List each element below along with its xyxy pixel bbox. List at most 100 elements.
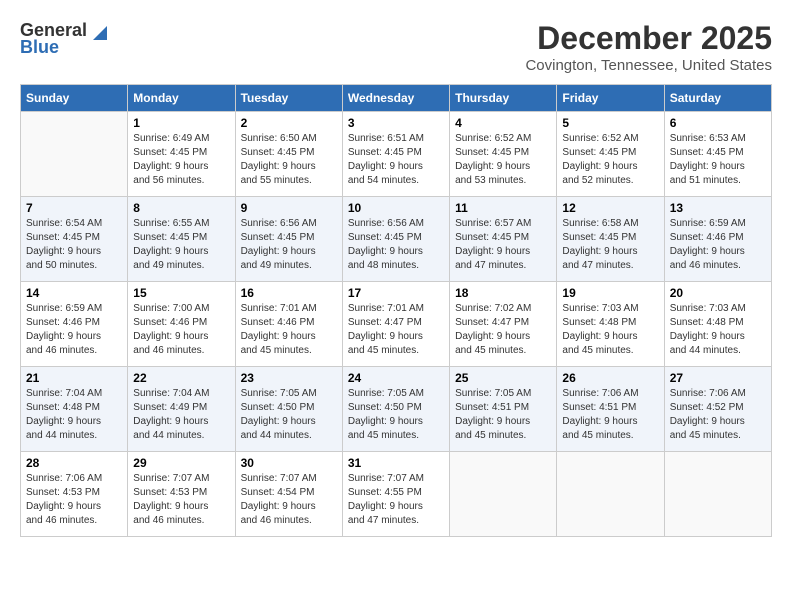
calendar-cell	[450, 452, 557, 537]
day-number: 14	[26, 286, 122, 300]
calendar-header-thursday: Thursday	[450, 85, 557, 112]
calendar-cell: 18 Sunrise: 7:02 AMSunset: 4:47 PMDayligh…	[450, 282, 557, 367]
day-info: Sunrise: 6:54 AMSunset: 4:45 PMDaylight:…	[26, 217, 122, 273]
calendar-cell: 28 Sunrise: 7:06 AMSunset: 4:53 PMDayligh…	[21, 452, 128, 537]
calendar-cell	[21, 112, 128, 197]
calendar: SundayMondayTuesdayWednesdayThursdayFrid…	[20, 84, 772, 537]
day-number: 12	[562, 201, 658, 215]
day-number: 30	[241, 456, 337, 470]
day-info: Sunrise: 7:06 AMSunset: 4:53 PMDaylight:…	[26, 472, 122, 528]
calendar-cell: 11 Sunrise: 6:57 AMSunset: 4:45 PMDayligh…	[450, 197, 557, 282]
day-number: 23	[241, 371, 337, 385]
day-info: Sunrise: 7:04 AMSunset: 4:49 PMDaylight:…	[133, 387, 229, 443]
calendar-cell: 1 Sunrise: 6:49 AMSunset: 4:45 PMDaylight…	[128, 112, 235, 197]
calendar-cell: 24Sunrise: 7:05 AMSunset: 4:50 PMDayligh…	[342, 367, 449, 452]
day-info: Sunrise: 7:03 AMSunset: 4:48 PMDaylight:…	[670, 302, 766, 358]
calendar-cell: 7 Sunrise: 6:54 AMSunset: 4:45 PMDaylight…	[21, 197, 128, 282]
day-info: Sunrise: 7:02 AMSunset: 4:47 PMDaylight:…	[455, 302, 551, 358]
calendar-week-row: 7 Sunrise: 6:54 AMSunset: 4:45 PMDaylight…	[21, 197, 772, 282]
day-number: 11	[455, 201, 551, 215]
day-info: Sunrise: 7:05 AMSunset: 4:50 PMDaylight:…	[241, 387, 337, 443]
day-info: Sunrise: 7:00 AMSunset: 4:46 PMDaylight:…	[133, 302, 229, 358]
calendar-cell: 14 Sunrise: 6:59 AMSunset: 4:46 PMDayligh…	[21, 282, 128, 367]
day-number: 13	[670, 201, 766, 215]
day-number: 25	[455, 371, 551, 385]
day-number: 19	[562, 286, 658, 300]
calendar-cell: 13 Sunrise: 6:59 AMSunset: 4:46 PMDayligh…	[664, 197, 771, 282]
calendar-week-row: 28 Sunrise: 7:06 AMSunset: 4:53 PMDayligh…	[21, 452, 772, 537]
day-info: Sunrise: 7:06 AMSunset: 4:52 PMDaylight:…	[670, 387, 766, 443]
calendar-week-row: 1 Sunrise: 6:49 AMSunset: 4:45 PMDaylight…	[21, 112, 772, 197]
calendar-cell: 8Sunrise: 6:55 AMSunset: 4:45 PMDaylight…	[128, 197, 235, 282]
calendar-header-row: SundayMondayTuesdayWednesdayThursdayFrid…	[21, 85, 772, 112]
day-number: 4	[455, 116, 551, 130]
day-info: Sunrise: 7:05 AMSunset: 4:51 PMDaylight:…	[455, 387, 551, 443]
day-number: 7	[26, 201, 122, 215]
day-number: 10	[348, 201, 444, 215]
day-number: 18	[455, 286, 551, 300]
day-info: Sunrise: 6:52 AMSunset: 4:45 PMDaylight:…	[455, 132, 551, 188]
day-number: 16	[241, 286, 337, 300]
day-number: 24	[348, 371, 444, 385]
logo: General Blue	[20, 20, 107, 58]
calendar-cell: 31Sunrise: 7:07 AMSunset: 4:55 PMDayligh…	[342, 452, 449, 537]
page-header: General Blue December 2025 Covington, Te…	[20, 20, 772, 74]
day-number: 5	[562, 116, 658, 130]
calendar-cell: 16 Sunrise: 7:01 AMSunset: 4:46 PMDayligh…	[235, 282, 342, 367]
day-number: 28	[26, 456, 122, 470]
calendar-header-saturday: Saturday	[664, 85, 771, 112]
calendar-cell: 22 Sunrise: 7:04 AMSunset: 4:49 PMDayligh…	[128, 367, 235, 452]
calendar-header-wednesday: Wednesday	[342, 85, 449, 112]
month-title: December 2025	[525, 20, 772, 57]
day-info: Sunrise: 6:51 AMSunset: 4:45 PMDaylight:…	[348, 132, 444, 188]
day-number: 27	[670, 371, 766, 385]
calendar-cell: 23 Sunrise: 7:05 AMSunset: 4:50 PMDayligh…	[235, 367, 342, 452]
calendar-header-sunday: Sunday	[21, 85, 128, 112]
calendar-week-row: 21Sunrise: 7:04 AMSunset: 4:48 PMDayligh…	[21, 367, 772, 452]
calendar-cell: 30 Sunrise: 7:07 AMSunset: 4:54 PMDayligh…	[235, 452, 342, 537]
calendar-cell: 3 Sunrise: 6:51 AMSunset: 4:45 PMDaylight…	[342, 112, 449, 197]
day-number: 1	[133, 116, 229, 130]
day-info: Sunrise: 7:07 AMSunset: 4:53 PMDaylight:…	[133, 472, 229, 528]
day-info: Sunrise: 6:53 AMSunset: 4:45 PMDaylight:…	[670, 132, 766, 188]
day-info: Sunrise: 6:56 AMSunset: 4:45 PMDaylight:…	[348, 217, 444, 273]
calendar-cell: 5 Sunrise: 6:52 AMSunset: 4:45 PMDaylight…	[557, 112, 664, 197]
calendar-cell: 15Sunrise: 7:00 AMSunset: 4:46 PMDayligh…	[128, 282, 235, 367]
day-info: Sunrise: 6:56 AMSunset: 4:45 PMDaylight:…	[241, 217, 337, 273]
calendar-cell: 10 Sunrise: 6:56 AMSunset: 4:45 PMDayligh…	[342, 197, 449, 282]
day-number: 3	[348, 116, 444, 130]
day-info: Sunrise: 6:49 AMSunset: 4:45 PMDaylight:…	[133, 132, 229, 188]
calendar-header-friday: Friday	[557, 85, 664, 112]
calendar-cell: 9Sunrise: 6:56 AMSunset: 4:45 PMDaylight…	[235, 197, 342, 282]
day-info: Sunrise: 7:07 AMSunset: 4:55 PMDaylight:…	[348, 472, 444, 528]
calendar-cell: 2Sunrise: 6:50 AMSunset: 4:45 PMDaylight…	[235, 112, 342, 197]
day-info: Sunrise: 6:55 AMSunset: 4:45 PMDaylight:…	[133, 217, 229, 273]
calendar-week-row: 14 Sunrise: 6:59 AMSunset: 4:46 PMDayligh…	[21, 282, 772, 367]
location: Covington, Tennessee, United States	[525, 57, 772, 74]
day-info: Sunrise: 7:07 AMSunset: 4:54 PMDaylight:…	[241, 472, 337, 528]
day-info: Sunrise: 6:59 AMSunset: 4:46 PMDaylight:…	[670, 217, 766, 273]
calendar-cell: 4 Sunrise: 6:52 AMSunset: 4:45 PMDaylight…	[450, 112, 557, 197]
calendar-cell: 20Sunrise: 7:03 AMSunset: 4:48 PMDayligh…	[664, 282, 771, 367]
day-number: 29	[133, 456, 229, 470]
day-number: 17	[348, 286, 444, 300]
calendar-cell: 17 Sunrise: 7:01 AMSunset: 4:47 PMDayligh…	[342, 282, 449, 367]
day-info: Sunrise: 7:03 AMSunset: 4:48 PMDaylight:…	[562, 302, 658, 358]
calendar-cell: 21Sunrise: 7:04 AMSunset: 4:48 PMDayligh…	[21, 367, 128, 452]
day-info: Sunrise: 7:01 AMSunset: 4:46 PMDaylight:…	[241, 302, 337, 358]
calendar-header-monday: Monday	[128, 85, 235, 112]
day-number: 22	[133, 371, 229, 385]
day-info: Sunrise: 6:57 AMSunset: 4:45 PMDaylight:…	[455, 217, 551, 273]
day-info: Sunrise: 7:04 AMSunset: 4:48 PMDaylight:…	[26, 387, 122, 443]
day-number: 2	[241, 116, 337, 130]
calendar-cell	[664, 452, 771, 537]
calendar-cell: 19 Sunrise: 7:03 AMSunset: 4:48 PMDayligh…	[557, 282, 664, 367]
day-number: 26	[562, 371, 658, 385]
calendar-cell: 29 Sunrise: 7:07 AMSunset: 4:53 PMDayligh…	[128, 452, 235, 537]
calendar-cell: 26Sunrise: 7:06 AMSunset: 4:51 PMDayligh…	[557, 367, 664, 452]
logo-blue-text: Blue	[20, 37, 59, 58]
day-number: 6	[670, 116, 766, 130]
day-info: Sunrise: 6:52 AMSunset: 4:45 PMDaylight:…	[562, 132, 658, 188]
day-info: Sunrise: 7:01 AMSunset: 4:47 PMDaylight:…	[348, 302, 444, 358]
day-info: Sunrise: 6:59 AMSunset: 4:46 PMDaylight:…	[26, 302, 122, 358]
